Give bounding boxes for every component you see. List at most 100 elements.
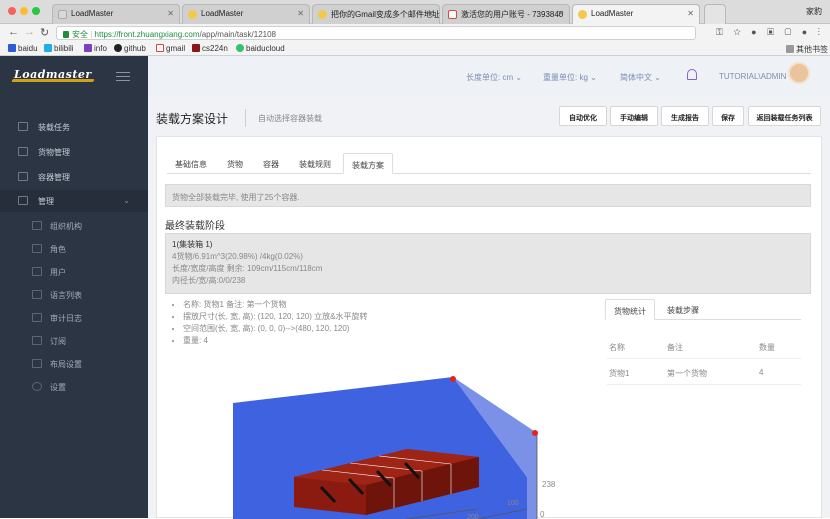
cargo-stats-table: 名称 备注 数量 货物1 第一个货物 4 xyxy=(607,333,801,385)
new-tab-button[interactable] xyxy=(704,4,726,24)
container-remaining: 长度/宽度/高度 剩余: 109cm/115cm/118cm xyxy=(172,264,323,273)
close-tab-icon[interactable]: ✕ xyxy=(167,9,174,18)
sidebar-item-roles[interactable]: 角色 xyxy=(0,238,148,260)
maximize-window-button[interactable] xyxy=(32,7,40,15)
minimize-window-button[interactable] xyxy=(20,7,28,15)
stats-tabs: 货物统计 装载步骤 xyxy=(605,299,801,320)
browser-tab[interactable]: LoadMaster ✕ xyxy=(52,4,180,24)
container-summary[interactable]: 1(集装箱 1) 4货物/6.91m^3(20.98%) /4kg(0.02%)… xyxy=(165,233,811,294)
back-icon[interactable]: ← xyxy=(8,26,19,38)
profile-name[interactable]: 家豹 xyxy=(806,6,822,17)
bookmark-cs224n[interactable]: cs224n xyxy=(192,44,228,53)
url-path: /app/main/task/12108 xyxy=(199,30,277,39)
length-unit-select[interactable]: 长度单位: cm ⌄ xyxy=(466,72,522,83)
container-icon xyxy=(18,172,28,181)
bookmark-gmail[interactable]: gmail xyxy=(156,44,185,53)
baiducloud-icon xyxy=(236,44,244,52)
bookmark-baiducloud[interactable]: baiducloud xyxy=(236,44,285,53)
title-divider xyxy=(245,109,246,127)
loadmaster-logo[interactable]: Loadmaster xyxy=(11,68,95,82)
tab-basic-info[interactable]: 基础信息 xyxy=(167,153,215,174)
sidebar-item-layout-settings[interactable]: 布局设置 xyxy=(0,353,148,375)
bookmark-baidu[interactable]: baidu xyxy=(8,44,38,53)
column-header: 名称 xyxy=(609,343,625,352)
subscription-icon xyxy=(32,336,42,345)
chevron-down-icon: ⌄ xyxy=(123,196,130,205)
user-icon xyxy=(32,267,42,276)
other-bookmarks[interactable]: 其他书签 xyxy=(786,44,828,55)
tab-loading-plan[interactable]: 装载方案 xyxy=(343,153,393,174)
tab-cargo[interactable]: 货物 xyxy=(219,153,251,174)
auto-optimize-button[interactable]: 自动优化 xyxy=(559,106,607,126)
browser-tab-title: LoadMaster xyxy=(71,9,114,18)
browser-tab[interactable]: 把你的Gmail变成多个邮件地址 ✕ xyxy=(312,4,440,24)
close-tab-icon[interactable]: ✕ xyxy=(687,9,694,18)
sidebar-item-settings[interactable]: 设置 xyxy=(0,376,148,398)
close-tab-icon[interactable]: ✕ xyxy=(297,9,304,18)
cargo-note-cell: 第一个货物 xyxy=(667,369,707,378)
reload-icon[interactable]: ↻ xyxy=(40,26,49,39)
3d-load-visualization[interactable]: 238 0 100 200 xyxy=(177,337,567,519)
forward-icon[interactable]: → xyxy=(24,26,35,38)
browser-tab-active[interactable]: LoadMaster ✕ xyxy=(572,4,700,24)
user-menu[interactable]: TUTORIAL\ADMIN xyxy=(719,72,786,81)
page-icon xyxy=(58,10,67,19)
generate-report-button[interactable]: 生成报告 xyxy=(661,106,709,126)
corner-marker xyxy=(450,376,456,382)
close-tab-icon[interactable]: ✕ xyxy=(557,9,564,18)
tab-loading-steps[interactable]: 装载步骤 xyxy=(659,299,707,320)
bell-icon[interactable] xyxy=(687,69,697,80)
bookmark-info[interactable]: info xyxy=(84,44,107,53)
bookmark-github[interactable]: github xyxy=(114,44,146,53)
sidebar-item-label: 审计日志 xyxy=(50,314,82,323)
sidebar-item-users[interactable]: 用户 xyxy=(0,261,148,283)
tab-cargo-statistics[interactable]: 货物统计 xyxy=(605,299,655,320)
container-load: 4货物/6.91m^3(20.98%) /4kg(0.02%) xyxy=(172,252,303,261)
eye-icon xyxy=(32,359,42,368)
sidebar-item-label: 货物管理 xyxy=(38,148,70,157)
sidebar-item-audit-logs[interactable]: 审计日志 xyxy=(0,307,148,329)
gear-icon xyxy=(32,382,42,391)
browser-tab-title: LoadMaster xyxy=(591,9,634,18)
sidebar-item-label: 管理 xyxy=(38,197,54,206)
browser-tab[interactable]: 激活您的用户账号 - 7393840 ✕ xyxy=(442,4,570,24)
loadmaster-icon xyxy=(188,10,197,19)
sidebar-item-load-tasks[interactable]: 装载任务 xyxy=(0,116,148,138)
sidebar-item-organizations[interactable]: 组织机构 xyxy=(0,215,148,237)
table-row[interactable]: 货物1 第一个货物 4 xyxy=(607,359,801,385)
sidebar-item-label: 容器管理 xyxy=(38,173,70,182)
column-header: 备注 xyxy=(667,343,683,352)
tab-containers[interactable]: 容器 xyxy=(255,153,287,174)
close-window-button[interactable] xyxy=(8,7,16,15)
address-bar-row: ← → ↻ 安全 | https://front.zhuangxiang.com… xyxy=(0,24,830,42)
bookmark-bilibili[interactable]: bilibili xyxy=(44,44,74,53)
weight-unit-select[interactable]: 重量单位: kg ⌄ xyxy=(543,72,597,83)
sidebar-item-admin[interactable]: 管理 ⌄ xyxy=(0,190,148,212)
loadmaster-icon xyxy=(578,10,587,19)
close-tab-icon[interactable]: ✕ xyxy=(427,9,434,18)
save-button[interactable]: 保存 xyxy=(712,106,744,126)
url-input[interactable]: 安全 | https://front.zhuangxiang.com/app/m… xyxy=(56,26,696,40)
manual-edit-button[interactable]: 手动编辑 xyxy=(610,106,658,126)
cargo-name-cell: 货物1 xyxy=(609,369,630,378)
tab-loading-rules[interactable]: 装载规则 xyxy=(291,153,339,174)
browser-tab[interactable]: LoadMaster ✕ xyxy=(182,4,310,24)
sidebar-item-label: 订阅 xyxy=(50,337,66,346)
url-host: https://front.zhuangxiang.com xyxy=(94,30,200,39)
sidebar-item-subscription[interactable]: 订阅 xyxy=(0,330,148,352)
sidebar-item-cargo[interactable]: 货物管理 xyxy=(0,141,148,163)
language-select[interactable]: 简体中文 ⌄ xyxy=(620,72,661,83)
container-name: 1(集装箱 1) xyxy=(172,240,213,249)
language-icon xyxy=(32,290,42,299)
sidebar-item-languages[interactable]: 语言列表 xyxy=(0,284,148,306)
sidebar-item-label: 角色 xyxy=(50,245,66,254)
avatar[interactable] xyxy=(788,62,810,84)
browser-extension-icons[interactable]: ⚿ ☆ ● ▣ ▢ ● ⋮ xyxy=(716,27,824,38)
github-icon xyxy=(114,44,122,52)
menu-toggle-icon[interactable] xyxy=(116,72,130,84)
back-to-task-list-button[interactable]: 返回装载任务列表 xyxy=(748,106,821,126)
organization-icon xyxy=(32,221,42,230)
baidu-icon xyxy=(8,44,16,52)
height-axis-label: 238 xyxy=(542,480,556,489)
sidebar-item-containers[interactable]: 容器管理 xyxy=(0,166,148,188)
